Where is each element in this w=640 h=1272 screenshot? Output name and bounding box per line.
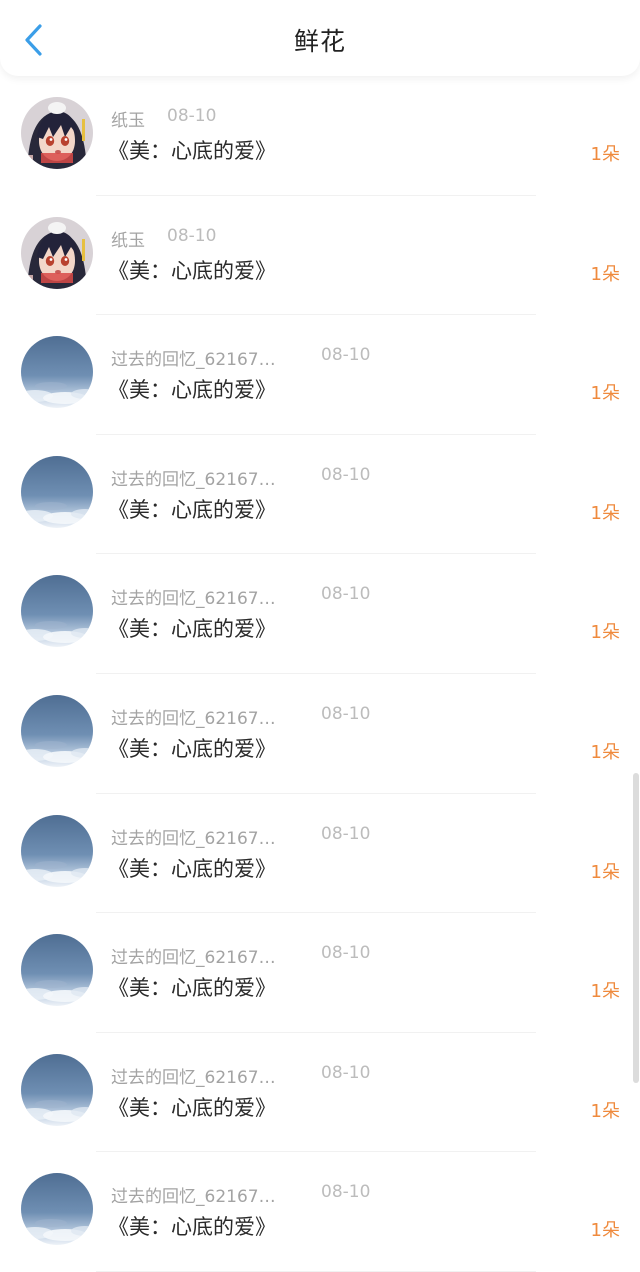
flower-count: 1朵	[590, 861, 620, 883]
gift-name: 《美：心底的爱》	[108, 1215, 276, 1240]
username[interactable]: 过去的回忆_62167…	[111, 943, 276, 968]
item-meta: 纸玉 08-10	[111, 106, 216, 131]
item-meta: 过去的回忆_62167… 08-10	[111, 704, 370, 729]
list-item[interactable]: 过去的回忆_62167… 08-10 《美：心底的爱》 1朵	[0, 794, 640, 914]
sky-avatar[interactable]	[21, 336, 93, 409]
gift-name: 《美：心底的爱》	[108, 617, 276, 642]
item-meta: 纸玉 08-10	[111, 226, 216, 251]
sky-clouds-image	[21, 575, 93, 648]
username[interactable]: 纸玉	[111, 106, 145, 131]
sky-avatar[interactable]	[21, 694, 93, 767]
username[interactable]: 过去的回忆_62167…	[111, 1063, 276, 1088]
list-item[interactable]: 纸玉 08-10 《美：心底的爱》 1朵	[0, 76, 640, 196]
flower-count: 1朵	[590, 981, 620, 1003]
flower-count: 1朵	[590, 622, 620, 644]
list-item[interactable]: 过去的回忆_62167… 08-10 《美：心底的爱》 1朵	[0, 554, 640, 674]
gift-name: 《美：心底的爱》	[108, 976, 276, 1001]
page-title: 鲜花	[293, 27, 346, 56]
scrollbar[interactable]	[633, 773, 639, 1083]
date: 08-10	[321, 464, 371, 485]
flower-count: 1朵	[590, 383, 620, 405]
gift-name: 《美：心底的爱》	[108, 856, 276, 881]
list-item[interactable]: 过去的回忆_62167… 08-10 《美：心底的爱》 1朵	[0, 435, 640, 555]
flower-count: 1朵	[590, 144, 620, 165]
gift-name: 《美：心底的爱》	[108, 139, 276, 163]
gift-name: 《美：心底的爱》	[108, 258, 276, 283]
flower-list: 纸玉 08-10 《美：心底的爱》 1朵 纸玉 08-10 《美：心底的爱》 1…	[0, 76, 640, 1272]
sky-avatar[interactable]	[21, 934, 93, 1007]
anime-girl-image	[21, 97, 93, 169]
anime-avatar[interactable]	[21, 97, 93, 169]
flower-count: 1朵	[590, 741, 620, 763]
item-meta: 过去的回忆_62167… 08-10	[111, 584, 370, 609]
gift-name: 《美：心底的爱》	[108, 1095, 276, 1120]
anime-girl-image	[21, 216, 93, 289]
sky-clouds-image	[21, 934, 93, 1007]
flower-count: 1朵	[590, 502, 620, 524]
flower-count: 1朵	[590, 1220, 620, 1242]
username[interactable]: 过去的回忆_62167…	[111, 345, 276, 370]
item-meta: 过去的回忆_62167… 08-10	[111, 943, 370, 968]
gift-name: 《美：心底的爱》	[108, 497, 276, 522]
sky-clouds-image	[21, 1173, 93, 1246]
sky-avatar[interactable]	[21, 1173, 93, 1246]
username[interactable]: 过去的回忆_62167…	[111, 465, 276, 490]
item-meta: 过去的回忆_62167… 08-10	[111, 345, 370, 370]
username[interactable]: 纸玉	[111, 226, 145, 251]
sky-avatar[interactable]	[21, 455, 93, 528]
gift-name: 《美：心底的爱》	[108, 378, 276, 403]
username[interactable]: 过去的回忆_62167…	[111, 1182, 276, 1207]
sky-clouds-image	[21, 455, 93, 528]
date: 08-10	[321, 703, 371, 724]
list-item[interactable]: 过去的回忆_62167… 08-10 《美：心底的爱》 1朵	[0, 315, 640, 435]
item-meta: 过去的回忆_62167… 08-10	[111, 824, 370, 849]
flower-count: 1朵	[590, 263, 620, 285]
item-meta: 过去的回忆_62167… 08-10	[111, 1182, 370, 1207]
date: 08-10	[167, 106, 217, 126]
sky-clouds-image	[21, 814, 93, 887]
sky-avatar[interactable]	[21, 1053, 93, 1126]
username[interactable]: 过去的回忆_62167…	[111, 704, 276, 729]
date: 08-10	[321, 823, 371, 844]
flower-count: 1朵	[590, 1100, 620, 1122]
sky-avatar[interactable]	[21, 575, 93, 648]
list-item[interactable]: 过去的回忆_62167… 08-10 《美：心底的爱》 1朵	[0, 674, 640, 794]
date: 08-10	[321, 584, 371, 605]
sky-clouds-image	[21, 694, 93, 767]
date: 08-10	[167, 225, 217, 246]
list-item[interactable]: 过去的回忆_62167… 08-10 《美：心底的爱》 1朵	[0, 1033, 640, 1153]
gift-name: 《美：心底的爱》	[108, 736, 276, 761]
item-meta: 过去的回忆_62167… 08-10	[111, 465, 370, 490]
sky-clouds-image	[21, 1053, 93, 1126]
item-meta: 过去的回忆_62167… 08-10	[111, 1063, 370, 1088]
username[interactable]: 过去的回忆_62167…	[111, 584, 276, 609]
date: 08-10	[321, 1062, 371, 1083]
sky-avatar[interactable]	[21, 814, 93, 887]
date: 08-10	[321, 345, 371, 366]
date: 08-10	[321, 1182, 371, 1203]
username[interactable]: 过去的回忆_62167…	[111, 824, 276, 849]
date: 08-10	[321, 943, 371, 964]
top-bar: 鲜花	[0, 0, 640, 76]
list-item[interactable]: 过去的回忆_62167… 08-10 《美：心底的爱》 1朵	[0, 913, 640, 1033]
list-item[interactable]: 过去的回忆_62167… 08-10 《美：心底的爱》 1朵	[0, 1152, 640, 1272]
anime-avatar[interactable]	[21, 216, 93, 289]
sky-clouds-image	[21, 336, 93, 409]
list-item[interactable]: 纸玉 08-10 《美：心底的爱》 1朵	[0, 196, 640, 316]
